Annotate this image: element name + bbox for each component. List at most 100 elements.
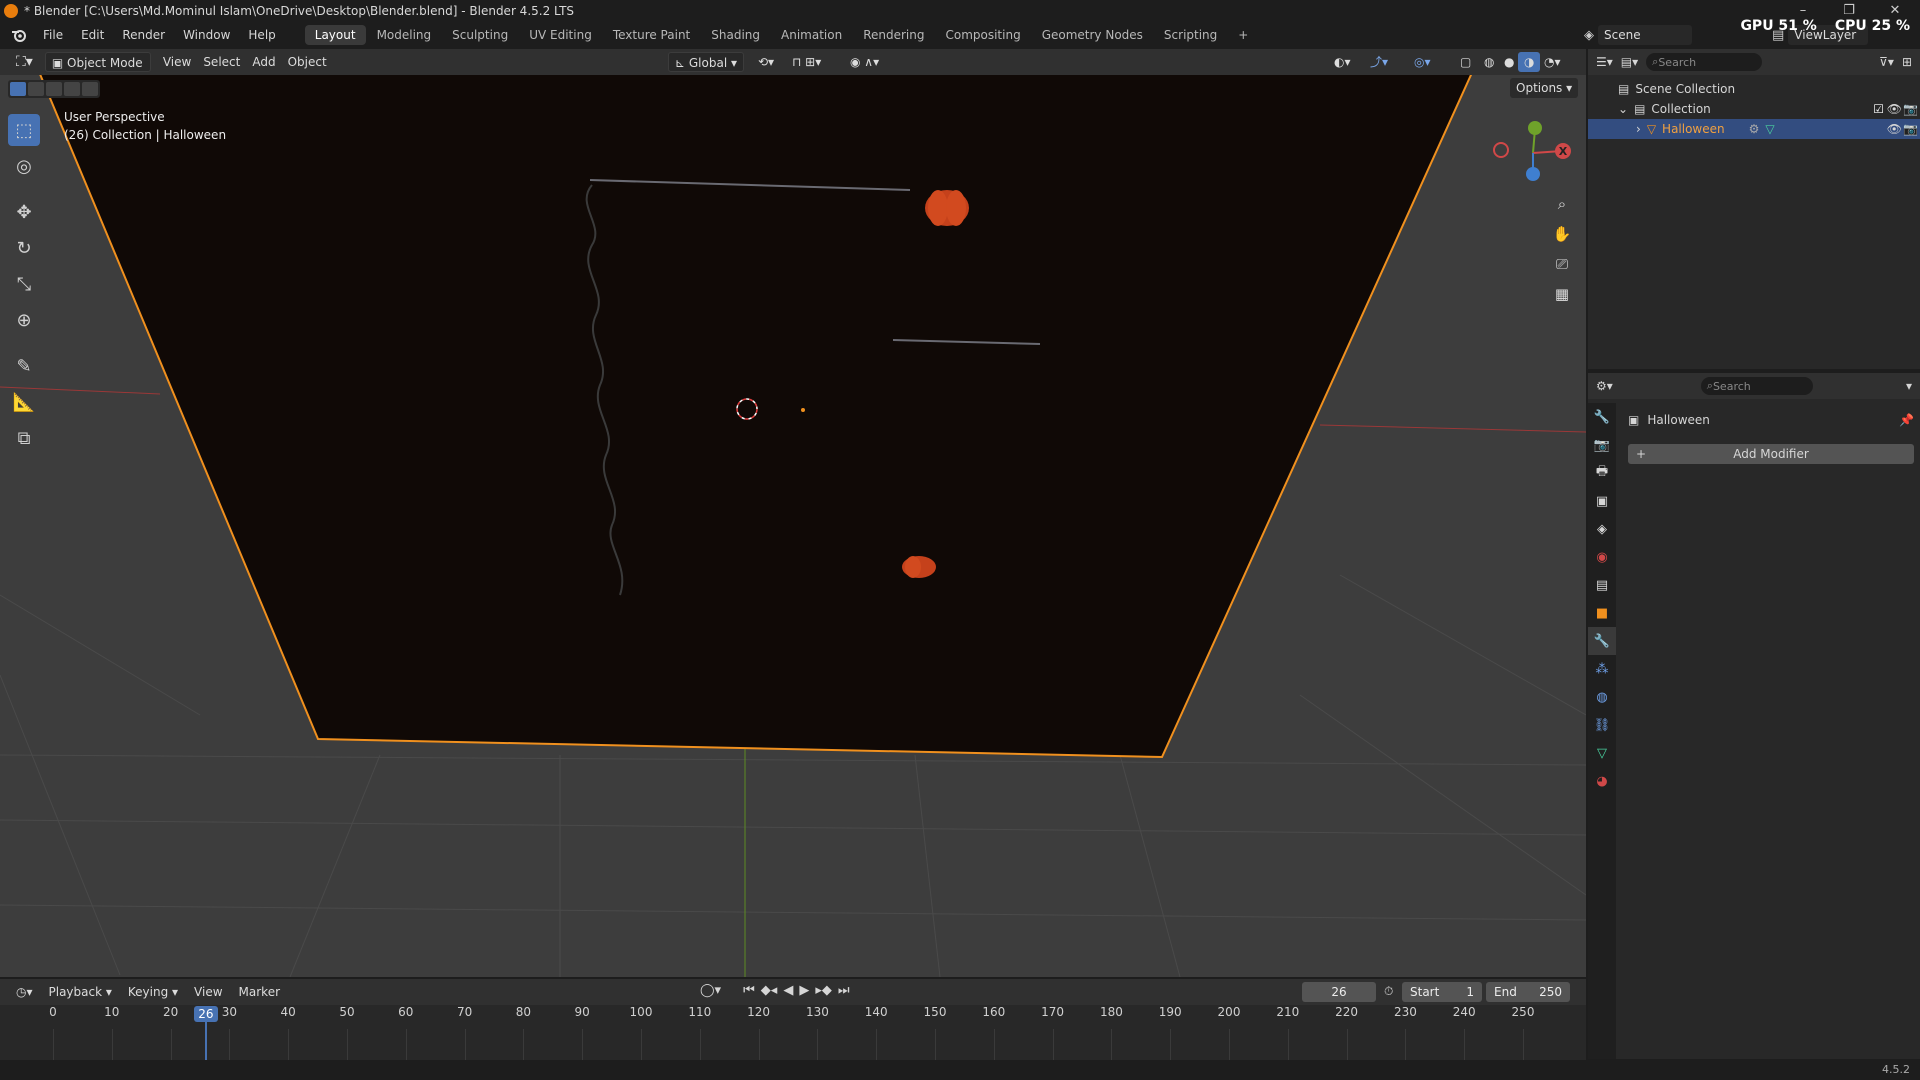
- mesh-data-icon[interactable]: ▽: [1765, 122, 1774, 136]
- add-workspace-button[interactable]: +: [1228, 25, 1258, 45]
- select-subtract-icon[interactable]: [46, 82, 62, 96]
- tab-modeling[interactable]: Modeling: [367, 25, 442, 45]
- gizmo-y-ball[interactable]: [1528, 121, 1542, 135]
- gizmo-toggle-icon[interactable]: ⤴▾: [1364, 52, 1394, 72]
- tab-layout[interactable]: Layout: [304, 25, 366, 45]
- start-frame-field[interactable]: Start 1: [1402, 982, 1482, 1002]
- snap-icon[interactable]: ⊓ ⊞▾: [786, 52, 827, 72]
- menu-window[interactable]: Window: [174, 22, 239, 48]
- overlays-icon[interactable]: ◎▾: [1408, 52, 1437, 72]
- auto-key-icon[interactable]: ◯▾: [700, 983, 721, 998]
- orientation-selector[interactable]: ⊾ Global ▾: [668, 52, 744, 72]
- particles-tab-icon[interactable]: ⁂: [1588, 655, 1616, 683]
- eye-icon[interactable]: 👁: [1887, 102, 1902, 116]
- prev-keyframe-icon[interactable]: ◆◂: [761, 983, 778, 998]
- play-reverse-icon[interactable]: ◀: [783, 983, 793, 998]
- pivot-point-icon[interactable]: ⟲▾: [752, 52, 780, 72]
- cursor-tool-icon[interactable]: ◎: [8, 150, 40, 182]
- output-tab-icon[interactable]: 🖶: [1588, 459, 1616, 487]
- menu-file[interactable]: File: [34, 22, 72, 48]
- current-frame-field[interactable]: 26: [1302, 982, 1376, 1002]
- menu-edit[interactable]: Edit: [72, 22, 113, 48]
- 3d-viewport[interactable]: X User Perspective (26) Collection | Hal…: [0, 75, 1586, 977]
- keying-menu[interactable]: Keying ▾: [122, 982, 184, 1002]
- material-tab-icon[interactable]: ◕: [1588, 767, 1616, 795]
- select-intersect-icon[interactable]: [82, 82, 98, 96]
- measure-tool-icon[interactable]: 📐: [8, 386, 40, 418]
- chevron-right-icon[interactable]: ›: [1636, 122, 1641, 136]
- scale-tool-icon[interactable]: ⤡: [8, 268, 40, 300]
- annotate-tool-icon[interactable]: ✎: [8, 350, 40, 382]
- tab-scripting[interactable]: Scripting: [1154, 25, 1227, 45]
- next-keyframe-icon[interactable]: ▸◆: [815, 983, 832, 998]
- transform-tool-icon[interactable]: ⊕: [8, 304, 40, 336]
- rotate-tool-icon[interactable]: ↻: [8, 232, 40, 264]
- camera-icon[interactable]: 📷: [1903, 122, 1918, 136]
- tab-geometry-nodes[interactable]: Geometry Nodes: [1032, 25, 1153, 45]
- new-collection-icon[interactable]: ⊞: [1902, 55, 1912, 69]
- view-layer-tab-icon[interactable]: ▣: [1588, 487, 1616, 515]
- visibility-icon[interactable]: ◐▾: [1328, 52, 1357, 72]
- collection-tab-icon[interactable]: ▤: [1588, 571, 1616, 599]
- gizmo-neg-x-ball[interactable]: [1493, 142, 1509, 158]
- options-button[interactable]: Options ▾: [1510, 78, 1579, 98]
- selected-plane-halloween[interactable]: [32, 75, 1480, 759]
- view-menu[interactable]: View: [157, 52, 197, 72]
- constraints-tab-icon[interactable]: ⛓: [1588, 711, 1616, 739]
- filter-icon[interactable]: ⊽▾: [1879, 55, 1894, 69]
- playhead-frame-label[interactable]: 26: [193, 1006, 218, 1022]
- playback-menu[interactable]: Playback ▾: [43, 982, 118, 1002]
- menu-help[interactable]: Help: [239, 22, 284, 48]
- add-cube-tool-icon[interactable]: ⧉: [8, 422, 40, 454]
- tab-shading[interactable]: Shading: [701, 25, 770, 45]
- editor-type-icon[interactable]: ⛶▾: [10, 52, 39, 72]
- data-tab-icon[interactable]: ▽: [1588, 739, 1616, 767]
- move-tool-icon[interactable]: ✥: [8, 196, 40, 228]
- chevron-down-icon[interactable]: ▾: [1906, 379, 1912, 393]
- properties-editor-icon[interactable]: ⚙▾: [1596, 379, 1613, 393]
- camera-view-icon[interactable]: ⎚: [1550, 252, 1574, 276]
- object-menu[interactable]: Object: [282, 52, 333, 72]
- ortho-grid-icon[interactable]: ▦: [1550, 282, 1574, 306]
- chevron-down-icon[interactable]: ⌄: [1618, 102, 1628, 116]
- marker-menu[interactable]: Marker: [233, 982, 286, 1002]
- play-icon[interactable]: ▶: [799, 983, 809, 998]
- blender-menu-icon[interactable]: [8, 26, 30, 44]
- tab-texture-paint[interactable]: Texture Paint: [603, 25, 700, 45]
- properties-search-input[interactable]: ⌕ Search: [1700, 377, 1813, 395]
- xray-icon[interactable]: ▢: [1454, 52, 1477, 72]
- zoom-icon[interactable]: ⌕: [1550, 192, 1574, 216]
- modifier-icon[interactable]: ⚙: [1749, 122, 1760, 136]
- timeline-view-menu[interactable]: View: [188, 982, 228, 1002]
- outliner-row-scene-collection[interactable]: ▤ Scene Collection: [1588, 79, 1920, 99]
- checkbox-icon[interactable]: ☑: [1873, 102, 1884, 116]
- modifier-tab-icon[interactable]: 🔧: [1588, 627, 1616, 655]
- stopwatch-icon[interactable]: ⏱: [1384, 984, 1393, 999]
- physics-tab-icon[interactable]: ◍: [1588, 683, 1616, 711]
- select-menu[interactable]: Select: [197, 52, 246, 72]
- eye-icon[interactable]: 👁: [1887, 122, 1902, 136]
- add-menu[interactable]: Add: [246, 52, 281, 72]
- select-new-icon[interactable]: [10, 82, 26, 96]
- jump-end-icon[interactable]: ⏭: [838, 983, 850, 998]
- object-tab-icon[interactable]: ■: [1588, 599, 1616, 627]
- tab-rendering[interactable]: Rendering: [853, 25, 934, 45]
- outliner-row-collection[interactable]: ⌄ ▤ Collection ☑ 👁 📷: [1588, 99, 1920, 119]
- tool-tab-icon[interactable]: 🔧: [1588, 403, 1616, 431]
- proportional-edit-icon[interactable]: ◉ ∧▾: [844, 52, 885, 72]
- add-modifier-button[interactable]: + Add Modifier: [1628, 444, 1914, 464]
- select-invert-icon[interactable]: [64, 82, 80, 96]
- mode-selector[interactable]: ▣ Object Mode ▾: [44, 52, 151, 90]
- outliner-row-halloween[interactable]: › ▽ Halloween ⚙ ▽ 👁 📷: [1588, 119, 1920, 139]
- pan-hand-icon[interactable]: ✋: [1550, 222, 1574, 246]
- scene-selector[interactable]: Scene: [1598, 25, 1692, 45]
- render-tab-icon[interactable]: 📷: [1588, 431, 1616, 459]
- jump-start-icon[interactable]: ⏮: [743, 983, 755, 998]
- timeline-editor-icon[interactable]: ◷▾: [10, 982, 39, 1002]
- display-mode-icon[interactable]: ▤▾: [1621, 55, 1638, 69]
- world-tab-icon[interactable]: ◉: [1588, 543, 1616, 571]
- rendered-shading-icon[interactable]: ◔▾: [1538, 52, 1567, 72]
- timeline-ruler[interactable]: 0 10 20 30 40 50 60 70 80 90 100 110 120 130 140 150 160…: [0, 1005, 1586, 1060]
- select-extend-icon[interactable]: [28, 82, 44, 96]
- gizmo-z-ball[interactable]: [1526, 167, 1540, 181]
